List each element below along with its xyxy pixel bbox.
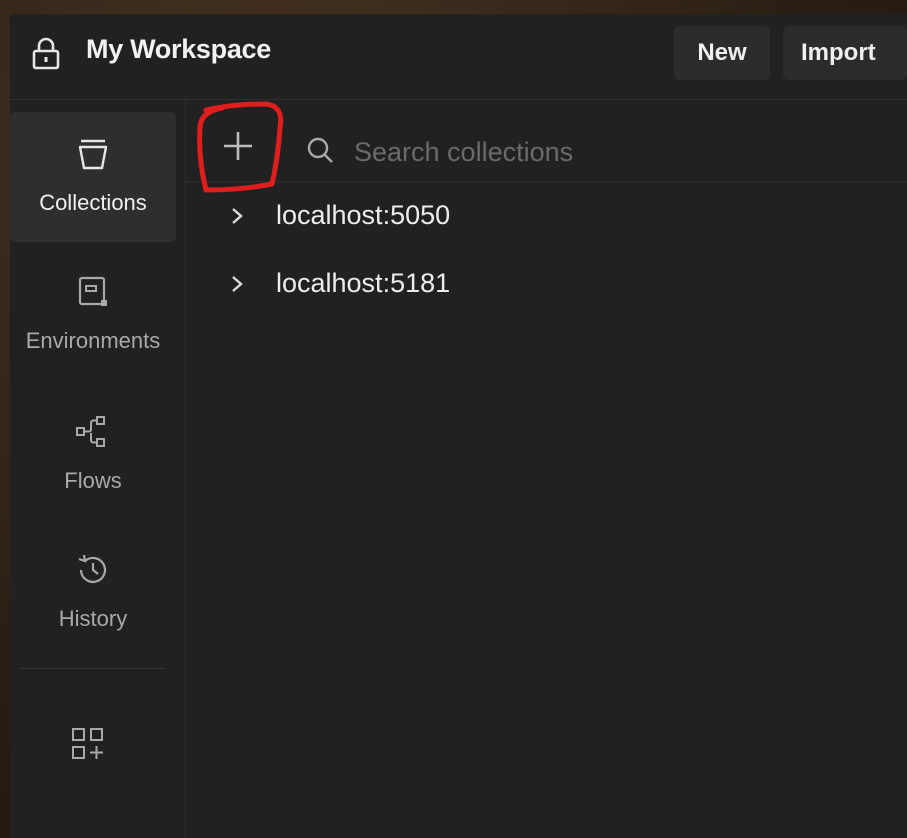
workspace-title[interactable]: My Workspace <box>86 34 271 65</box>
sidebar-item-label: Collections <box>39 190 147 215</box>
sidebar-item-label: Environments <box>25 328 161 353</box>
flows-icon <box>76 416 105 447</box>
search-icon <box>307 137 333 163</box>
header: My Workspace New Import <box>10 14 907 100</box>
collections-icon <box>78 139 108 170</box>
plus-icon[interactable] <box>214 122 262 170</box>
apps-add-icon[interactable] <box>68 724 108 764</box>
photo-frame: My Workspace New Import Collections Envi… <box>0 0 907 838</box>
lock-icon[interactable] <box>30 36 62 70</box>
sidebar-item-environments[interactable]: Environments <box>10 250 176 380</box>
sidebar-item-collections[interactable]: Collections <box>10 112 176 242</box>
environments-icon <box>78 276 107 306</box>
list-item[interactable]: localhost:5050 <box>186 182 907 250</box>
search-input[interactable] <box>354 130 894 174</box>
collection-name: localhost:5181 <box>276 268 451 298</box>
chevron-right-icon[interactable] <box>226 204 248 228</box>
sidebar: Collections Environments Flows History <box>10 100 186 838</box>
sidebar-item-history[interactable]: History <box>10 528 176 658</box>
sidebar-item-flows[interactable]: Flows <box>10 390 176 520</box>
import-button[interactable]: Import <box>783 26 907 80</box>
app-window: My Workspace New Import Collections Envi… <box>10 14 907 838</box>
collections-list: localhost:5050 localhost:5181 <box>186 182 907 318</box>
list-item[interactable]: localhost:5181 <box>186 250 907 318</box>
sidebar-item-label: History <box>58 606 128 631</box>
history-icon <box>78 554 107 583</box>
collection-name: localhost:5050 <box>276 200 451 230</box>
collections-toolbar <box>186 100 907 193</box>
new-button[interactable]: New <box>674 26 770 80</box>
sidebar-item-label: Flows <box>64 468 122 493</box>
chevron-right-icon[interactable] <box>226 272 248 296</box>
sidebar-divider <box>20 668 166 669</box>
